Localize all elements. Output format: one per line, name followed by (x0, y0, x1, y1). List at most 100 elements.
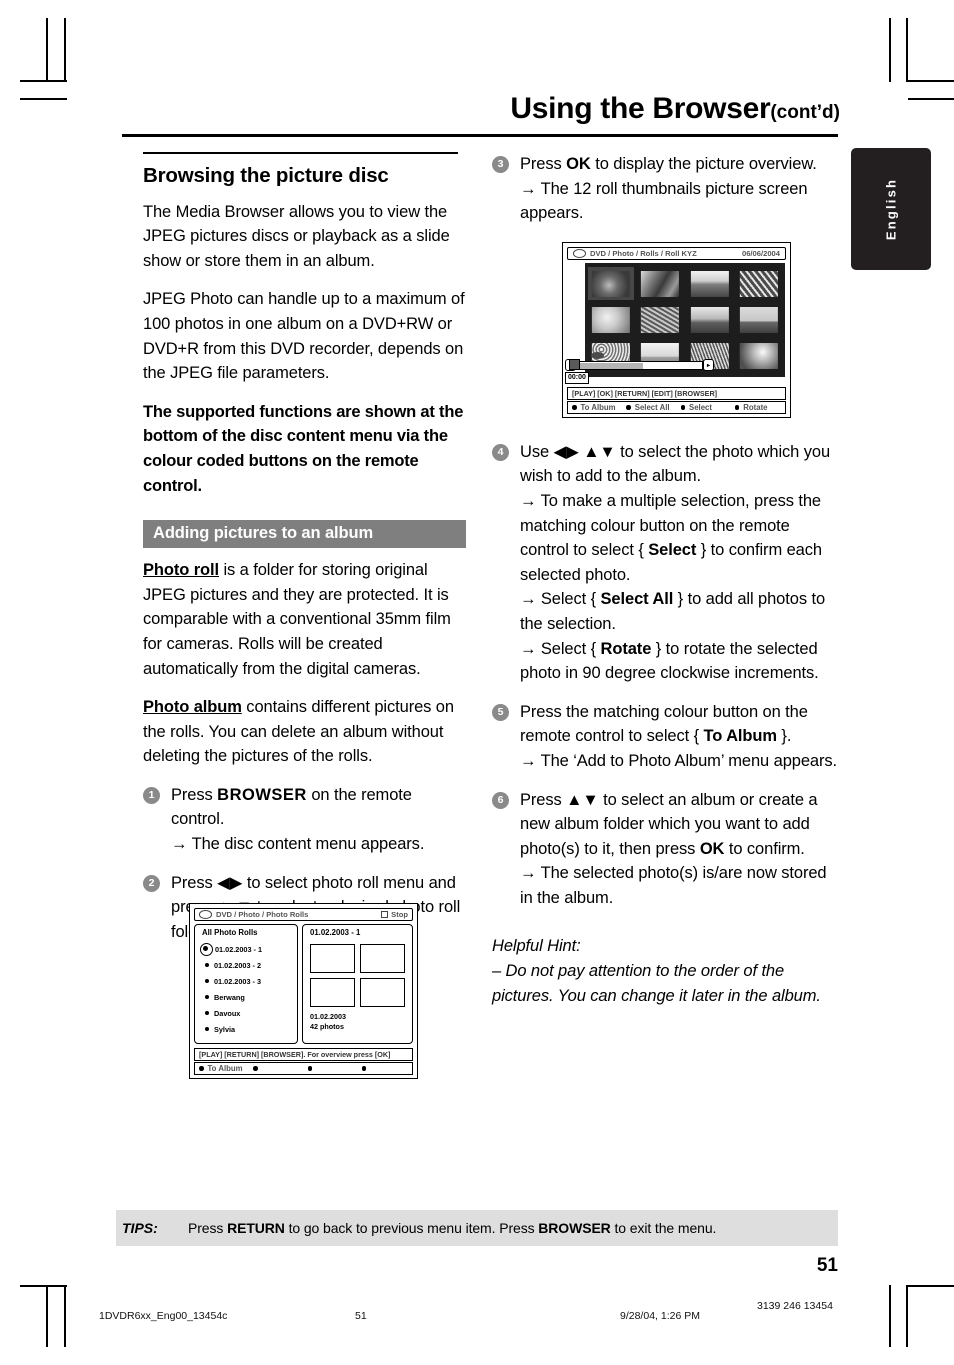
thumbnail-image (591, 306, 630, 333)
colour-dot-icon (572, 405, 577, 410)
thumbs-breadcrumb-bar: DVD / Photo / Rolls / Roll KYZ 06/06/200… (567, 247, 786, 260)
roll-item[interactable]: Davoux (200, 1005, 297, 1021)
thumbnail-cell[interactable] (687, 303, 733, 336)
print-footer-date: 9/28/04, 1:26 PM (620, 1310, 700, 1322)
next-arrow-icon[interactable]: ▸ (703, 359, 714, 371)
roll-item[interactable]: 01.02.2003 - 2 (200, 957, 297, 973)
rolls-colour-button-bar: To Album (194, 1062, 413, 1075)
step-4-result-1: → To make a multiple selection, press th… (520, 489, 842, 587)
crop-mark-tl-v (46, 18, 48, 82)
photo-roll-term: Photo roll (143, 561, 219, 580)
colour-button-select[interactable]: Select (677, 403, 731, 412)
colour-button-to-album[interactable]: To Album (568, 403, 622, 412)
roll-item[interactable]: 01.02.2003 - 3 (200, 973, 297, 989)
subsection-banner: Adding pictures to an album (143, 520, 466, 549)
roll-bullet-icon (205, 979, 209, 983)
thumbs-colour-button-bar: To Album Select All Select Rotate (567, 401, 786, 414)
crop-mark-tr-h (908, 80, 954, 82)
print-footer-page: 51 (355, 1310, 367, 1322)
colour-button-4[interactable] (358, 1066, 412, 1071)
step-6: 6 Press ▲▼ to select an album or create … (492, 788, 842, 911)
step-3-result: → The 12 roll thumbnails picture screen … (520, 179, 808, 223)
roll-item[interactable]: Berwang (200, 989, 297, 1005)
step-6-number: 6 (492, 791, 509, 809)
thumbnail-cell[interactable] (638, 303, 684, 336)
rolls-preview-pane: 01.02.2003 - 1 01.02.2003 42 photos (302, 924, 413, 1044)
thumbnail-cell[interactable] (588, 303, 634, 336)
preview-thumbnail[interactable] (360, 944, 405, 973)
thumbnail-cell[interactable] (737, 303, 783, 336)
thumbs-breadcrumb: DVD / Photo / Rolls / Roll KYZ (590, 249, 697, 258)
colour-button-label: Rotate (743, 403, 768, 412)
thumbs-date: 06/06/2004 (741, 249, 780, 258)
roll-item[interactable]: Sylvia (200, 1021, 297, 1037)
colour-button-label: Select (689, 403, 712, 412)
thumbnail-cell[interactable] (687, 267, 733, 300)
figure-thumbnail-overview: DVD / Photo / Rolls / Roll KYZ 06/06/200… (562, 242, 791, 418)
step-5-key: To Album (703, 727, 777, 746)
rolls-list: 01.02.2003 - 1 01.02.2003 - 2 01.02.2003… (195, 940, 297, 1037)
page-number: 51 (816, 1255, 838, 1276)
print-footer-filename: 1DVDR6xx_Eng00_13454c (99, 1310, 228, 1322)
rolls-preview-title: 01.02.2003 - 1 (310, 928, 361, 937)
rolls-help-bar: [PLAY] [RETURN] [BROWSER]. For overview … (194, 1048, 413, 1061)
preview-thumbnail[interactable] (360, 978, 405, 1007)
roll-bullet-icon (205, 1027, 209, 1031)
roll-bullet-icon (205, 963, 209, 967)
step-5-text-post: }. (776, 727, 792, 746)
step-4-result-2: → Select { Select All } to add all photo… (520, 587, 842, 636)
roll-item-label: 01.02.2003 - 2 (214, 960, 262, 970)
rolls-panes: All Photo Rolls 01.02.2003 - 1 01.02.200… (194, 924, 413, 1044)
thumbnail-cell[interactable] (638, 267, 684, 300)
scrub-bar[interactable]: ◂ ▸ (565, 352, 715, 372)
crop-mark-tl-v2 (64, 18, 66, 82)
thumbnail-image (740, 343, 779, 370)
step-6-text-post: to confirm. (724, 839, 805, 858)
roll-bullet-icon (205, 1011, 209, 1015)
crop-mark-tr-v2 (906, 18, 908, 82)
scrub-track[interactable] (577, 361, 703, 370)
figure-photo-rolls-menu: DVD / Photo / Photo Rolls Stop All Photo… (189, 903, 418, 1079)
preview-thumbnail[interactable] (310, 978, 355, 1007)
thumbnail-cell[interactable] (737, 267, 783, 300)
crop-mark-br-h (908, 1285, 954, 1287)
roll-item[interactable]: 01.02.2003 - 1 (200, 941, 297, 957)
supported-functions-note: The supported functions are shown at the… (143, 402, 464, 495)
thumbnail-cell[interactable] (588, 267, 634, 301)
crop-mark-tl-h (20, 80, 67, 82)
helpful-hint-title: Helpful Hint: (492, 937, 581, 956)
crop-mark-bl-h (20, 1285, 67, 1287)
tips-bar: TIPS: Press RETURN to go back to previou… (116, 1210, 838, 1246)
tips-key-browser: BROWSER (538, 1220, 611, 1236)
thumbnail-image (591, 270, 630, 297)
preview-thumbnail[interactable] (310, 944, 355, 973)
step-2-number: 2 (143, 874, 160, 892)
colour-button-rotate[interactable]: Rotate (731, 403, 785, 412)
crop-mark-bl-v2 (64, 1285, 66, 1347)
colour-dot-icon (307, 1066, 312, 1071)
crop-mark-br-v (889, 1285, 891, 1347)
rolls-preview-thumbnails (303, 940, 412, 1007)
crop-mark-bl-v (46, 1285, 48, 1347)
step-1-result: → The disc content menu appears. (171, 835, 425, 854)
step-4-result-3: → Select { Rotate } to rotate the select… (520, 637, 842, 686)
language-tab: English (851, 148, 931, 270)
colour-button-to-album[interactable]: To Album (195, 1064, 249, 1073)
colour-button-label: To Album (580, 403, 616, 412)
step-6-result: → The selected photo(s) is/are now store… (520, 864, 827, 907)
step-6-text-pre: Press (520, 790, 567, 809)
colour-button-3[interactable] (304, 1066, 358, 1071)
step-6-key: OK (699, 839, 725, 858)
colour-button-2[interactable] (249, 1066, 303, 1071)
thumbnail-cell[interactable] (737, 340, 783, 373)
colour-button-select-all[interactable]: Select All (622, 403, 676, 412)
rolls-preview-meta: 01.02.2003 42 photos (303, 1007, 412, 1031)
colour-dot-icon (361, 1066, 367, 1071)
page-section-title: Browsing the picture disc (143, 163, 389, 187)
thumbnail-image (690, 306, 729, 333)
disc-icon (573, 249, 586, 258)
language-tab-label: English (883, 177, 899, 241)
step-4: 4 Use ◀▶ ▲▼ to select the photo which yo… (492, 440, 842, 686)
left-column: Browsing the picture disc The Media Brow… (143, 152, 466, 958)
scrub-knob[interactable] (569, 359, 580, 370)
